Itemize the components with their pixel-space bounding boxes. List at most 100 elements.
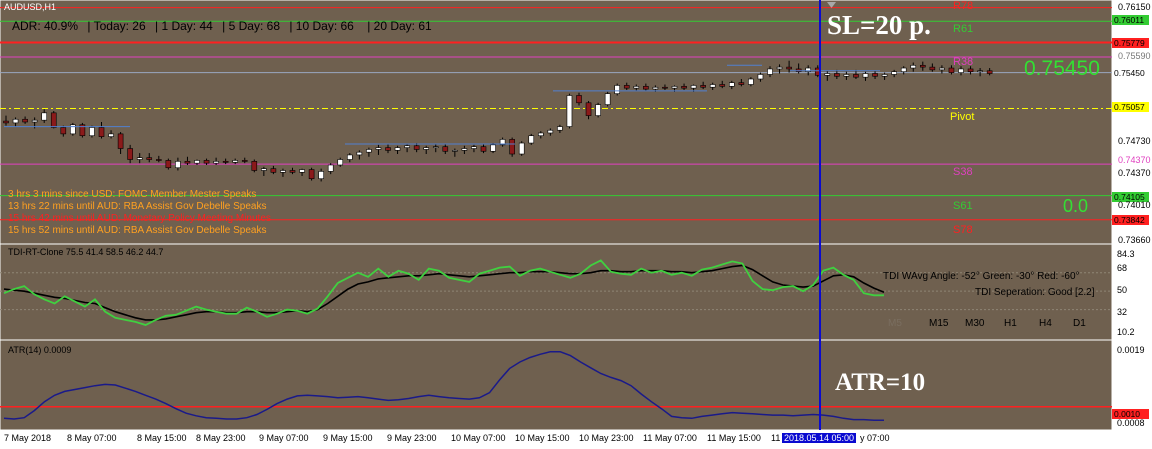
candle-body xyxy=(633,86,640,89)
candle-body xyxy=(289,170,296,173)
candle-body xyxy=(241,160,248,162)
level-s78: S78 xyxy=(953,224,973,236)
candle-body xyxy=(824,73,831,76)
candle-body xyxy=(261,168,267,171)
candle-body xyxy=(900,67,907,72)
adr-bar: ADR: 40.9% | Today: 26 | 1 Day: 44 | 5 D… xyxy=(12,19,432,33)
tdi-angle-text: TDI WAvg Angle: -52° Green: -30° Red: -6… xyxy=(883,271,1080,282)
candle-body xyxy=(98,127,105,137)
atr-line xyxy=(3,351,884,421)
candle-body xyxy=(614,85,621,94)
tdi-separation-text: TDI Seperation: Good [2.2] xyxy=(975,287,1095,298)
time-tick: 9 May 23:00 xyxy=(387,433,437,443)
candle-body xyxy=(165,160,172,169)
candle-body xyxy=(767,68,773,75)
time-tick: 10 May 15:00 xyxy=(515,433,570,443)
adr-10day: | 10 Day: 66 xyxy=(289,19,354,33)
adr-5day: | 5 Day: 68 xyxy=(222,19,280,33)
news-item: 13 hrs 22 mins until AUD: RBA Assist Gov… xyxy=(8,201,267,212)
tdi-tick: 50 xyxy=(1117,285,1128,295)
candle-body xyxy=(604,93,611,105)
tdi-title: TDI-RT-Clone 75.5 41.4 58.5 46.2 44.7 xyxy=(8,247,164,257)
candle-body xyxy=(948,67,955,73)
candle-body xyxy=(967,68,974,72)
adr-value: ADR: 40.9% xyxy=(12,19,79,33)
time-tick: 8 May 15:00 xyxy=(137,433,187,443)
news-item: 3 hrs 3 mins since USD: FOMC Member Mest… xyxy=(8,189,257,200)
candle-body xyxy=(719,84,726,87)
candle-body xyxy=(557,126,563,131)
time-tick: 11 May 15:00 xyxy=(707,433,761,443)
price-label-s78: 0.73842 xyxy=(1112,215,1149,225)
sl-annotation: SL=20 p. xyxy=(827,10,931,40)
candle-body xyxy=(146,157,153,160)
candle-body xyxy=(117,133,124,149)
tf-m15[interactable]: M15 xyxy=(929,318,948,329)
candle-body xyxy=(89,127,95,137)
tf-h1[interactable]: H1 xyxy=(1004,318,1017,329)
candle-body xyxy=(671,86,678,89)
price-label-pivot: 0.75057 xyxy=(1112,102,1149,112)
candle-body xyxy=(518,142,525,155)
candle-body xyxy=(232,160,238,163)
time-tick: 8 May 23:00 xyxy=(196,433,246,443)
price-tick: 0.73660 xyxy=(1118,235,1151,245)
time-tick: 9 May 15:00 xyxy=(323,433,373,443)
candle-body xyxy=(853,74,859,78)
candle-body xyxy=(528,135,535,144)
candle-body xyxy=(662,86,668,89)
candle-body xyxy=(891,71,897,75)
candle-body xyxy=(308,169,315,180)
candle-body xyxy=(681,86,687,89)
candle-body xyxy=(547,129,554,134)
candle-body xyxy=(299,169,305,173)
time-tick: 10 May 23:00 xyxy=(579,433,634,443)
candle-body xyxy=(318,171,324,180)
candle-body xyxy=(480,146,487,152)
time-tick: 7 May 2018 xyxy=(4,433,52,443)
tf-d1[interactable]: D1 xyxy=(1073,318,1086,329)
tf-m30[interactable]: M30 xyxy=(965,318,984,329)
candle-body xyxy=(22,118,28,123)
candle-body xyxy=(375,147,382,150)
tdi-tick: 32 xyxy=(1117,307,1128,317)
candle-body xyxy=(413,145,420,150)
time-tick: 8 May 07:00 xyxy=(67,433,117,443)
candle-body xyxy=(346,154,353,160)
candle-body xyxy=(862,73,869,78)
candle-body xyxy=(843,74,850,77)
tf-h4[interactable]: H4 xyxy=(1039,318,1052,329)
time-tick: y 07:00 xyxy=(860,433,890,443)
candle-body xyxy=(356,151,363,156)
candle-body xyxy=(566,95,573,127)
candle-body xyxy=(12,118,19,124)
candle-body xyxy=(490,144,496,152)
current-price-label: 0.75450 xyxy=(1024,57,1100,80)
crosshair-time-label: 2018.05.14 05:00 xyxy=(782,433,857,443)
tf-m5[interactable]: M5 xyxy=(888,318,902,329)
level-r38: R38 xyxy=(953,56,974,68)
price-tick: 0.74370 xyxy=(1118,155,1151,165)
tdi-tick: 84.3 xyxy=(1117,249,1135,259)
candle-body xyxy=(471,146,477,149)
time-tick: 9 May 07:00 xyxy=(259,433,309,443)
candle-body xyxy=(728,82,735,87)
candle-body xyxy=(108,133,114,137)
candle-body xyxy=(194,160,200,164)
news-item: 15 hrs 42 mins until AUD: Monetary Polic… xyxy=(8,213,271,224)
candle-body xyxy=(394,147,401,151)
candle-body xyxy=(327,164,334,172)
candle-body xyxy=(576,95,582,104)
candle-body xyxy=(404,145,410,148)
candle-body xyxy=(595,104,601,116)
mt4-chart-window[interactable]: AUDUSD,H1 ADR: 40.9% | Today: 26 | 1 Day… xyxy=(0,0,1152,449)
candle-body xyxy=(585,102,592,116)
candle-body xyxy=(881,74,888,77)
level-s61: S61 xyxy=(953,200,973,212)
candle-body xyxy=(939,67,945,71)
candle-body xyxy=(184,161,191,164)
candle-body xyxy=(222,161,229,163)
symbol-title: AUDUSD,H1 xyxy=(4,2,57,12)
candle-body xyxy=(910,64,917,69)
candle-body xyxy=(31,119,38,123)
